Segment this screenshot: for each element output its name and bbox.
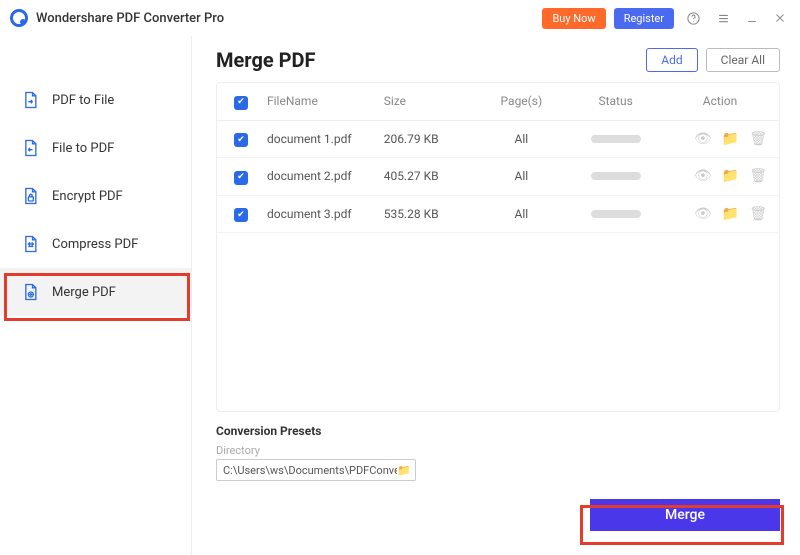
file-table: FileName Size Page(s) Status Action docu…: [216, 82, 780, 412]
preview-icon[interactable]: 👁: [694, 131, 712, 147]
presets-title: Conversion Presets: [216, 424, 780, 438]
minimize-icon[interactable]: [742, 11, 762, 25]
encrypt-pdf-icon: [20, 186, 40, 206]
cell-filename: document 2.pdf: [261, 167, 378, 185]
directory-label: Directory: [216, 444, 780, 457]
table-row[interactable]: document 2.pdf 405.27 KB All 👁 📁 🗑: [217, 158, 779, 196]
clear-all-button[interactable]: Clear All: [706, 48, 780, 72]
merge-button[interactable]: Merge: [590, 499, 780, 531]
sidebar-item-file-to-pdf[interactable]: File to PDF: [0, 124, 192, 172]
app-logo-icon: [10, 9, 28, 27]
cell-filename: document 1.pdf: [261, 130, 378, 148]
title-bar: Wondershare PDF Converter Pro Buy Now Re…: [0, 0, 800, 36]
menu-icon[interactable]: [715, 10, 731, 26]
open-folder-icon[interactable]: 📁: [722, 168, 739, 184]
sidebar-item-compress-pdf[interactable]: Compress PDF: [0, 220, 192, 268]
status-bar-icon: [591, 210, 641, 218]
table-row[interactable]: document 1.pdf 206.79 KB All 👁 📁 🗑: [217, 121, 779, 159]
cell-filename: document 3.pdf: [261, 205, 378, 223]
sidebar-item-label: Compress PDF: [52, 237, 138, 252]
col-status: Status: [566, 92, 665, 110]
cell-size: 535.28 KB: [378, 205, 477, 223]
sidebar-item-merge-pdf[interactable]: Merge PDF: [0, 268, 192, 316]
select-all-checkbox[interactable]: [234, 96, 248, 110]
open-folder-icon[interactable]: 📁: [722, 206, 739, 222]
col-pages: Page(s): [476, 92, 566, 110]
sidebar-item-label: File to PDF: [52, 141, 114, 156]
add-button[interactable]: Add: [646, 48, 697, 72]
sidebar-item-pdf-to-file[interactable]: PDF to File: [0, 76, 192, 124]
table-row[interactable]: document 3.pdf 535.28 KB All 👁 📁 🗑: [217, 196, 779, 234]
col-action: Action: [665, 92, 775, 110]
preview-icon[interactable]: 👁: [694, 206, 712, 222]
sidebar-item-label: PDF to File: [52, 93, 114, 108]
cell-size: 405.27 KB: [378, 167, 477, 185]
status-bar-icon: [591, 172, 641, 180]
row-checkbox[interactable]: [234, 133, 248, 147]
col-size: Size: [378, 92, 477, 110]
directory-input[interactable]: C:\Users\ws\Documents\PDFConvert 📁: [216, 459, 416, 481]
directory-value: C:\Users\ws\Documents\PDFConvert: [223, 464, 397, 477]
table-header: FileName Size Page(s) Status Action: [217, 83, 779, 121]
conversion-presets: Conversion Presets Directory C:\Users\ws…: [216, 424, 780, 481]
delete-icon[interactable]: 🗑: [749, 206, 767, 222]
col-filename: FileName: [261, 92, 378, 110]
cell-size: 206.79 KB: [378, 130, 477, 148]
close-icon[interactable]: [770, 11, 790, 25]
buy-now-button[interactable]: Buy Now: [542, 8, 605, 29]
sidebar-item-label: Encrypt PDF: [52, 189, 123, 204]
file-to-pdf-icon: [20, 138, 40, 158]
app-title: Wondershare PDF Converter Pro: [36, 11, 224, 26]
row-checkbox[interactable]: [234, 208, 248, 222]
delete-icon[interactable]: 🗑: [749, 168, 767, 184]
sidebar-item-label: Merge PDF: [52, 285, 116, 300]
pdf-to-file-icon: [20, 90, 40, 110]
browse-folder-icon[interactable]: 📁: [397, 464, 411, 477]
sidebar-item-encrypt-pdf[interactable]: Encrypt PDF: [0, 172, 192, 220]
compress-pdf-icon: [20, 234, 40, 254]
page-title: Merge PDF: [216, 48, 316, 72]
cell-pages: All: [476, 167, 566, 185]
sidebar: PDF to File File to PDF Encrypt PDF Comp…: [0, 36, 192, 555]
delete-icon[interactable]: 🗑: [749, 131, 767, 147]
cell-pages: All: [476, 130, 566, 148]
row-checkbox[interactable]: [234, 171, 248, 185]
help-icon[interactable]: [685, 10, 701, 26]
cell-pages: All: [476, 205, 566, 223]
merge-pdf-icon: [20, 282, 40, 302]
content-area: Merge PDF Add Clear All FileName Size Pa…: [192, 36, 800, 555]
open-folder-icon[interactable]: 📁: [722, 131, 739, 147]
register-button[interactable]: Register: [614, 8, 674, 29]
preview-icon[interactable]: 👁: [694, 168, 712, 184]
status-bar-icon: [591, 135, 641, 143]
